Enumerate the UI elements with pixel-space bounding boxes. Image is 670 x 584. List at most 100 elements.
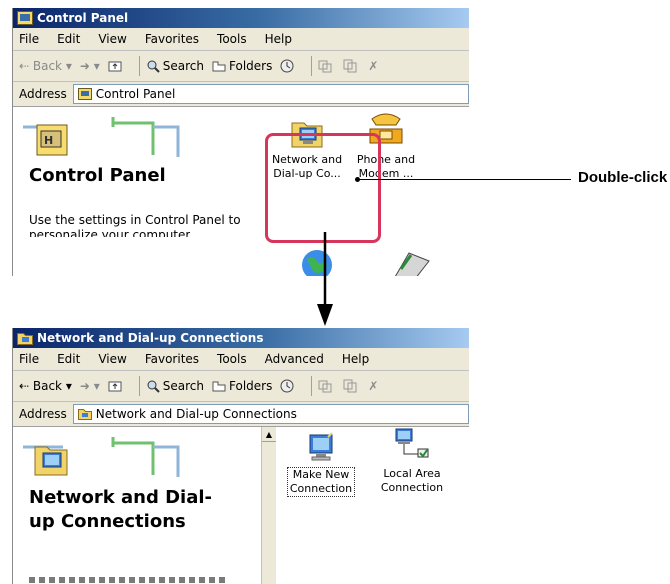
- history-button[interactable]: [280, 379, 297, 393]
- address-bar: Address Network and Dial-up Connections: [13, 402, 469, 427]
- folders-button[interactable]: Folders: [212, 59, 272, 73]
- icon-label: Connection: [289, 482, 353, 495]
- move-to-button[interactable]: [318, 59, 335, 73]
- icon-label: Local Area: [383, 467, 441, 480]
- menu-tools[interactable]: Tools: [217, 352, 247, 366]
- menu-favorites[interactable]: Favorites: [145, 32, 199, 46]
- address-field[interactable]: Network and Dial-up Connections: [72, 404, 469, 424]
- folders-label: Folders: [229, 59, 273, 73]
- back-button[interactable]: ⇠ Back ▾: [19, 59, 72, 73]
- search-label: Search: [162, 379, 204, 393]
- menu-edit[interactable]: Edit: [57, 352, 80, 366]
- forward-button[interactable]: ➜ ▾: [80, 379, 100, 393]
- menu-help[interactable]: Help: [265, 32, 292, 46]
- network-connections-window: Network and Dial-up Connections File Edi…: [12, 328, 469, 584]
- copy-to-button[interactable]: [343, 379, 360, 393]
- menu-bar: File Edit View Favorites Tools Advanced …: [13, 348, 469, 371]
- menu-edit[interactable]: Edit: [57, 32, 80, 46]
- menu-advanced[interactable]: Advanced: [265, 352, 324, 366]
- delete-icon: ✗: [368, 379, 379, 393]
- search-icon: [147, 60, 160, 73]
- chevron-down-icon: ▾: [62, 379, 72, 393]
- search-button[interactable]: Search: [146, 379, 204, 393]
- folders-icon: [212, 61, 226, 72]
- network-folder-icon: [77, 409, 92, 420]
- callout-line: [359, 179, 571, 180]
- menu-file[interactable]: File: [19, 352, 39, 366]
- address-field[interactable]: Control Panel: [72, 84, 469, 104]
- folders-label: Folders: [229, 379, 273, 393]
- left-pane: Network and Dial- up Connections: [13, 427, 261, 584]
- pane-title: Control Panel: [29, 165, 166, 186]
- copy-to-button[interactable]: [343, 59, 360, 73]
- delete-button[interactable]: ✗: [368, 379, 378, 393]
- history-icon: [280, 379, 294, 393]
- pane-description: personalize your computer: [29, 228, 191, 237]
- history-icon: [280, 59, 294, 73]
- address-value: Network and Dial-up Connections: [95, 407, 297, 421]
- history-button[interactable]: [280, 59, 297, 73]
- make-new-connection-icon-item[interactable]: Make New Connection: [281, 431, 361, 497]
- menu-file[interactable]: File: [19, 32, 39, 46]
- new-connection-icon: [309, 432, 333, 461]
- copy-to-icon: [343, 379, 357, 393]
- menu-view[interactable]: View: [98, 352, 126, 366]
- search-button[interactable]: Search: [146, 59, 204, 73]
- search-label: Search: [162, 59, 204, 73]
- icon-label: Connection: [380, 481, 444, 494]
- selection-highlight: [265, 133, 381, 243]
- back-arrow-icon: ⇠: [19, 379, 33, 393]
- content-area: H Control Panel Use the settings in Cont…: [13, 107, 469, 276]
- window-title: Network and Dial-up Connections: [37, 331, 264, 345]
- up-folder-icon: [108, 61, 122, 72]
- icon-label: Make New: [292, 468, 350, 481]
- title-bar: Control Panel: [13, 8, 469, 28]
- back-label: Back: [32, 59, 63, 73]
- pane-description: Use the settings in Control Panel to: [29, 213, 241, 227]
- icon-label-wrap: Make New Connection: [286, 467, 356, 497]
- local-area-connection-icon-item[interactable]: Local Area Connection: [369, 427, 455, 495]
- toolbar-divider: [311, 376, 313, 396]
- scanner-icon: [395, 252, 430, 276]
- move-to-button[interactable]: [318, 379, 335, 393]
- menu-tools[interactable]: Tools: [217, 32, 247, 46]
- menu-view[interactable]: View: [98, 32, 126, 46]
- address-value: Control Panel: [95, 87, 176, 101]
- window-title: Control Panel: [37, 11, 129, 25]
- scroll-up-icon[interactable]: ▲: [262, 427, 276, 442]
- delete-button[interactable]: ✗: [368, 59, 378, 73]
- scrollbar[interactable]: ▲: [261, 427, 276, 584]
- control-panel-window: Control Panel File Edit View Favorites T…: [12, 8, 469, 276]
- folders-button[interactable]: Folders: [212, 379, 272, 393]
- back-button[interactable]: ⇠ Back ▾: [19, 379, 72, 393]
- folders-icon: [212, 381, 226, 392]
- menu-favorites[interactable]: Favorites: [145, 352, 199, 366]
- down-arrow-icon: [317, 232, 333, 326]
- chevron-down-icon: ▾: [89, 59, 100, 73]
- network-banner-icon: [23, 437, 180, 477]
- move-to-icon: [318, 60, 332, 73]
- delete-icon: ✗: [368, 59, 379, 73]
- lan-connection-icon: [395, 428, 429, 458]
- address-label: Address: [19, 87, 67, 101]
- up-folder-button[interactable]: [108, 379, 125, 393]
- left-pane: H Control Panel Use the settings in Cont…: [13, 107, 263, 276]
- chevron-down-icon: ▾: [62, 59, 72, 73]
- toolbar: ⇠ Back ▾ ➜ ▾ Search Folders ✗: [13, 371, 469, 402]
- toolbar: ⇠ Back ▾ ➜ ▾ Search Folders ✗: [13, 51, 469, 82]
- network-folder-icon: [17, 331, 33, 345]
- chevron-down-icon: ▾: [89, 379, 100, 393]
- menu-help[interactable]: Help: [342, 352, 369, 366]
- menu-bar: File Edit View Favorites Tools Help: [13, 28, 469, 51]
- control-panel-banner-icon: H: [23, 117, 180, 157]
- control-panel-icon: [17, 11, 33, 25]
- move-to-icon: [318, 380, 332, 393]
- forward-button[interactable]: ➜ ▾: [80, 59, 100, 73]
- pane-text-fragment: [29, 577, 229, 583]
- back-label: Back: [32, 379, 63, 393]
- forward-arrow-icon: ➜: [79, 59, 90, 73]
- toolbar-divider: [311, 56, 313, 76]
- up-folder-button[interactable]: [108, 59, 125, 73]
- content-area: Network and Dial- up Connections ▲ Make …: [13, 427, 469, 584]
- up-folder-icon: [108, 381, 122, 392]
